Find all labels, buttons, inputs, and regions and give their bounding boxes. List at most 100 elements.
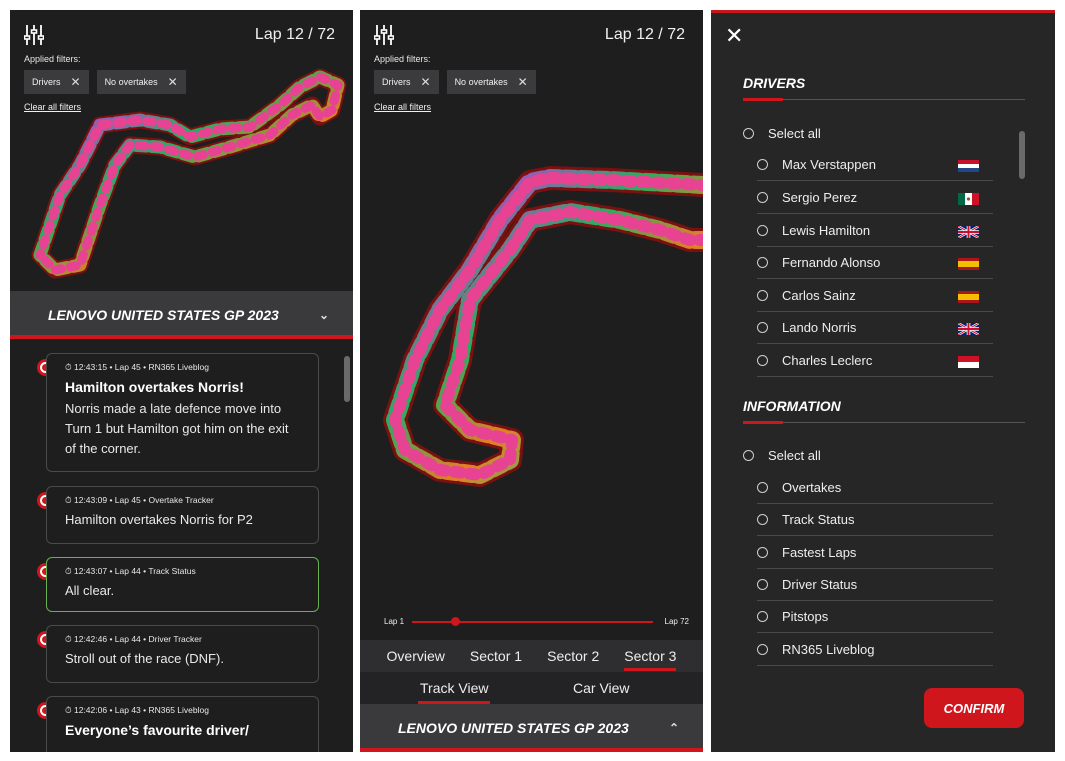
chevron-up-icon[interactable]: ⌃ <box>669 721 679 735</box>
tab-overview[interactable]: Overview <box>387 648 445 664</box>
radio-button[interactable] <box>757 547 768 558</box>
tab-sector-1[interactable]: Sector 1 <box>470 648 522 664</box>
feed-card[interactable]: ⏱ 12:43:09 • Lap 45 • Overtake Tracker H… <box>46 486 319 544</box>
card-meta: ⏱ 12:42:46 • Lap 44 • Driver Tracker <box>65 634 202 644</box>
tab-track-view[interactable]: Track View <box>417 680 491 704</box>
radio-button[interactable] <box>757 611 768 622</box>
tab-car-view[interactable]: Car View <box>573 680 630 696</box>
information-option[interactable]: Overtakes <box>757 472 993 504</box>
uk-flag-icon <box>958 226 979 238</box>
slider-thumb[interactable] <box>451 617 460 626</box>
option-label: Track Status <box>782 512 855 527</box>
close-icon[interactable]: ✕ <box>518 75 528 89</box>
clear-filters-link[interactable]: Clear all filters <box>374 102 431 112</box>
information-option[interactable]: RN365 Liveblog <box>757 634 993 666</box>
radio-button[interactable] <box>757 225 768 236</box>
track-map[interactable] <box>20 65 350 285</box>
spain-flag-icon <box>958 291 979 303</box>
card-meta: ⏱ 12:42:06 • Lap 43 • RN365 Liveblog <box>65 705 209 715</box>
scrollbar[interactable] <box>344 356 350 402</box>
grand-prix-selector[interactable]: LENOVO UNITED STATES GP 2023 ⌄ <box>10 291 353 339</box>
driver-name: Fernando Alonso <box>782 255 881 270</box>
slider-start-label: Lap 1 <box>384 617 405 626</box>
scrollbar[interactable] <box>1019 131 1025 179</box>
information-section-title: INFORMATION <box>743 398 841 414</box>
radio-button[interactable] <box>757 579 768 590</box>
tab-sector-3[interactable]: Sector 3 <box>624 648 677 671</box>
tab-sector-2[interactable]: Sector 2 <box>547 648 599 664</box>
card-meta: ⏱ 12:43:07 • Lap 44 • Track Status <box>65 566 196 576</box>
section-divider <box>743 99 1025 100</box>
radio-button[interactable] <box>743 127 754 139</box>
top-bar: Lap 12 / 72 <box>374 24 685 50</box>
card-title: Hamilton overtakes Norris! <box>65 379 244 395</box>
chip-label: No overtakes <box>454 77 508 87</box>
radio-button[interactable] <box>757 192 768 203</box>
grand-prix-selector[interactable]: LENOVO UNITED STATES GP 2023 ⌃ <box>360 704 703 752</box>
driver-option[interactable]: Lewis Hamilton <box>757 215 993 247</box>
option-label: Driver Status <box>782 577 858 592</box>
lap-counter: Lap 12 / 72 <box>604 26 685 43</box>
filter-chip-no-overtakes[interactable]: No overtakes ✕ <box>446 70 536 94</box>
section-accent <box>743 421 783 424</box>
radio-button[interactable] <box>757 159 768 170</box>
filter-sliders-icon[interactable] <box>24 24 44 46</box>
radio-button[interactable] <box>743 449 754 461</box>
radio-button[interactable] <box>757 644 768 655</box>
uk-flag-icon <box>958 323 979 335</box>
driver-option[interactable]: Charles Leclerc <box>757 345 993 377</box>
slider-track[interactable] <box>412 621 653 623</box>
driver-option[interactable]: Lando Norris <box>757 312 993 344</box>
radio-button[interactable] <box>757 514 768 525</box>
option-label: RN365 Liveblog <box>782 642 875 657</box>
information-option[interactable]: Driver Status <box>757 569 993 601</box>
sector-tabs: Overview Sector 1 Sector 2 Sector 3 <box>360 640 703 672</box>
top-bar: Lap 12 / 72 <box>24 24 335 50</box>
card-meta: ⏱ 12:43:15 • Lap 45 • RN365 Liveblog <box>65 362 209 372</box>
select-all-information[interactable]: Select all <box>743 439 993 471</box>
spain-flag-icon <box>958 258 979 270</box>
card-meta: ⏱ 12:43:09 • Lap 45 • Overtake Tracker <box>65 495 214 505</box>
driver-option[interactable]: Fernando Alonso <box>757 247 993 279</box>
feed-card-highlighted[interactable]: ⏱ 12:43:07 • Lap 44 • Track Status All c… <box>46 557 319 612</box>
track-view-panel: Lap 12 / 72 Applied filters: Drivers ✕ No… <box>360 10 703 752</box>
option-label: Pitstops <box>782 609 829 624</box>
driver-option[interactable]: Sergio Perez <box>757 182 993 214</box>
view-tabs: Track View Car View <box>360 672 703 704</box>
confirm-button[interactable]: CONFIRM <box>924 688 1024 728</box>
driver-option[interactable]: Carlos Sainz <box>757 280 993 312</box>
option-label: Overtakes <box>782 480 842 495</box>
select-all-label: Select all <box>768 447 821 463</box>
feed-card[interactable]: ⏱ 12:42:06 • Lap 43 • RN365 Liveblog Eve… <box>46 696 319 752</box>
filter-chip-drivers[interactable]: Drivers ✕ <box>374 70 439 94</box>
driver-name: Charles Leclerc <box>782 353 873 368</box>
lap-slider[interactable]: Lap 1 Lap 72 <box>384 614 689 630</box>
radio-button[interactable] <box>757 290 768 301</box>
information-option[interactable]: Track Status <box>757 504 993 536</box>
chevron-down-icon[interactable]: ⌄ <box>319 308 329 322</box>
option-label: Fastest Laps <box>782 545 857 560</box>
driver-option[interactable]: Max Verstappen <box>757 149 993 181</box>
close-icon[interactable]: ✕ <box>725 23 743 49</box>
radio-button[interactable] <box>757 257 768 268</box>
feed-card[interactable]: ⏱ 12:42:46 • Lap 44 • Driver Tracker Str… <box>46 625 319 683</box>
driver-name: Sergio Perez <box>782 190 858 205</box>
sector-track-map[interactable] <box>360 160 703 500</box>
close-icon[interactable]: ✕ <box>421 75 431 89</box>
chip-label: Drivers <box>382 77 411 87</box>
information-option[interactable]: Pitstops <box>757 601 993 633</box>
lap-counter: Lap 12 / 72 <box>254 26 335 43</box>
filter-chips: Drivers ✕ No overtakes ✕ <box>374 70 536 94</box>
radio-button[interactable] <box>757 482 768 493</box>
filter-sliders-icon[interactable] <box>374 24 394 46</box>
accent-divider <box>360 748 703 752</box>
driver-name: Lando Norris <box>782 320 857 335</box>
filter-panel: ✕ DRIVERS Select all Max Verstappen Serg… <box>711 10 1055 752</box>
card-body: Norris made a late defence move into Tur… <box>65 401 289 456</box>
radio-button[interactable] <box>757 355 768 366</box>
information-option[interactable]: Fastest Laps <box>757 537 993 569</box>
radio-button[interactable] <box>757 322 768 333</box>
card-body: Stroll out of the race (DNF). <box>65 651 224 666</box>
feed-card[interactable]: ⏱ 12:43:15 • Lap 45 • RN365 Liveblog Ham… <box>46 353 319 472</box>
select-all-drivers[interactable]: Select all <box>743 117 993 149</box>
